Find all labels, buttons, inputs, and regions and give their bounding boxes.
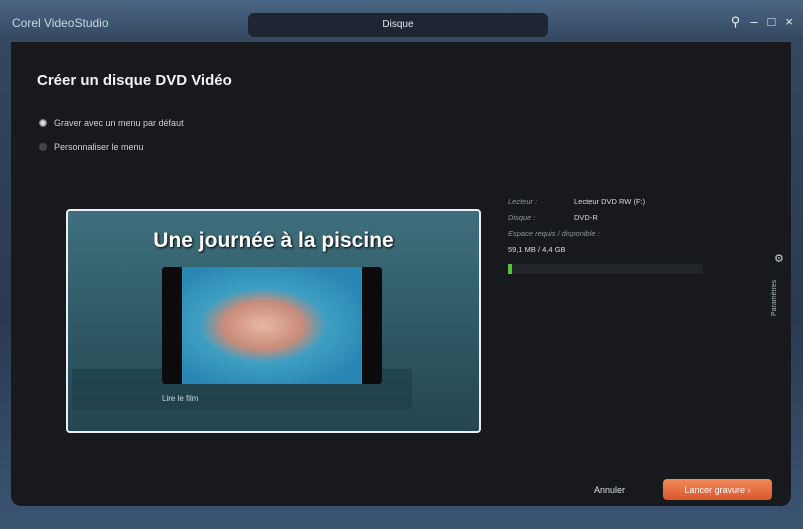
- settings-icon[interactable]: ⚙: [774, 252, 784, 265]
- pin-icon[interactable]: ⚲: [731, 14, 741, 30]
- settings-tab[interactable]: Paramètres: [771, 280, 778, 316]
- radio-custom-menu[interactable]: Personnaliser le menu: [39, 142, 144, 152]
- disc-value: DVD-R: [574, 213, 598, 222]
- space-progress-fill: [508, 264, 512, 274]
- page-title: Créer un disque DVD Vidéo: [37, 72, 232, 89]
- app-window: Corel VideoStudio Disque ⚲ – □ × Créer u…: [0, 0, 803, 529]
- play-movie-link[interactable]: Lire le film: [162, 394, 198, 403]
- drive-label: Lecteur :: [508, 197, 538, 206]
- menu-preview: Une journée à la piscine Lire le film: [66, 209, 481, 433]
- space-value: 59,1 MB / 4,4 GB: [508, 245, 566, 254]
- close-button[interactable]: ×: [785, 14, 793, 30]
- app-logo: Corel VideoStudio: [12, 16, 109, 30]
- drive-value: Lecteur DVD RW (F:): [574, 197, 646, 206]
- preview-title: Une journée à la piscine: [153, 229, 394, 252]
- radio-label: Personnaliser le menu: [54, 142, 144, 152]
- minimize-button[interactable]: –: [750, 14, 757, 30]
- video-thumbnail: [162, 267, 382, 384]
- burn-button[interactable]: Lancer gravure ›: [663, 479, 772, 500]
- cancel-button[interactable]: Annuler: [594, 485, 625, 495]
- space-progress-bar: [508, 264, 703, 274]
- space-label: Espace requis / disponible :: [508, 229, 600, 238]
- radio-default-menu[interactable]: Graver avec un menu par défaut: [39, 118, 184, 128]
- radio-label: Graver avec un menu par défaut: [54, 118, 184, 128]
- maximize-button[interactable]: □: [768, 14, 776, 30]
- window-title: Disque: [248, 13, 548, 37]
- radio-unselected-icon: [39, 143, 47, 151]
- main-panel: Créer un disque DVD Vidéo Graver avec un…: [11, 42, 791, 506]
- disc-label: Disque :: [508, 213, 536, 222]
- window-controls: ⚲ – □ ×: [731, 14, 793, 30]
- radio-selected-icon: [39, 119, 47, 127]
